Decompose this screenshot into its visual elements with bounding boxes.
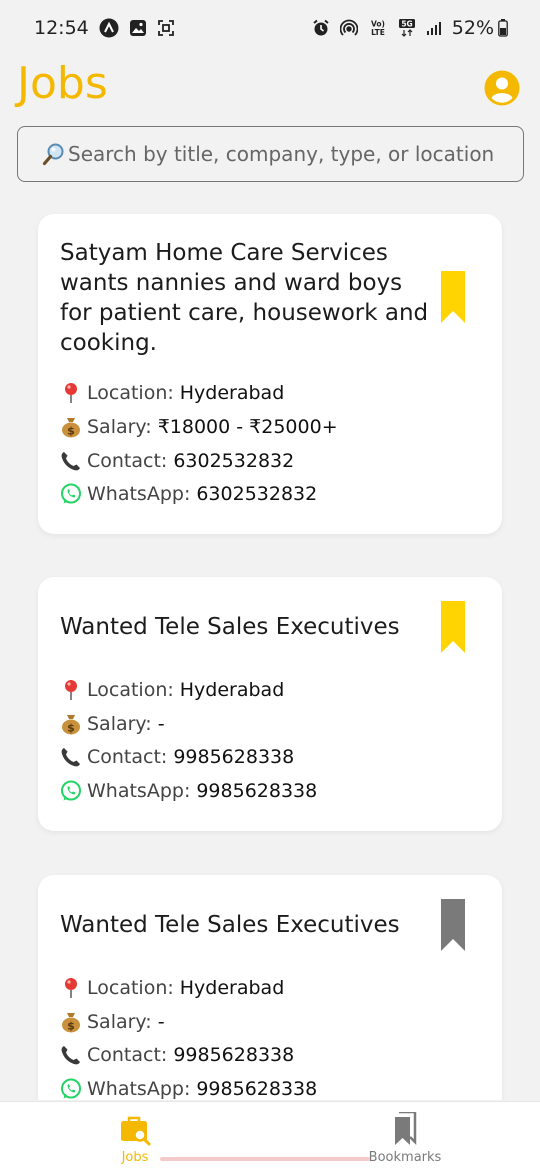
contact-label: Contact:	[87, 746, 168, 768]
salary-label: Salary:	[87, 416, 152, 438]
whatsapp-value[interactable]: 6302532832	[196, 483, 317, 505]
location-label: Location:	[87, 679, 174, 701]
salary-label: Salary:	[87, 1011, 152, 1033]
search-icon	[42, 143, 64, 166]
job-salary: $ Salary: -	[59, 709, 165, 739]
location-value: Hyderabad	[179, 977, 285, 999]
salary-label: Salary:	[87, 713, 152, 735]
location-value: Hyderabad	[179, 679, 285, 701]
money-bag-icon: $	[59, 712, 83, 736]
account-circle-icon	[484, 70, 520, 106]
contact-label: Contact:	[87, 450, 168, 472]
svg-text:$: $	[67, 722, 75, 735]
volte-icon: Vo) LTE	[368, 18, 388, 38]
job-list[interactable]: Satyam Home Care Services wants nannies …	[0, 190, 540, 1100]
battery-percent: 52%	[451, 17, 494, 39]
pin-icon	[59, 976, 83, 1000]
whatsapp-icon	[59, 1077, 83, 1100]
whatsapp-label: WhatsApp:	[87, 1078, 191, 1100]
contact-label: Contact:	[87, 1044, 168, 1066]
svg-text:5G: 5G	[401, 20, 412, 29]
whatsapp-icon	[59, 779, 83, 803]
phone-icon	[59, 1043, 83, 1067]
job-whatsapp[interactable]: WhatsApp: 6302532832	[59, 479, 317, 509]
salary-value: -	[157, 713, 165, 735]
bookmark-button[interactable]	[441, 899, 465, 951]
job-title: Satyam Home Care Services wants nannies …	[60, 240, 429, 356]
battery-icon	[498, 19, 508, 37]
location-label: Location:	[87, 977, 174, 999]
job-contact[interactable]: Contact: 9985628338	[59, 742, 294, 772]
contact-value[interactable]: 6302532832	[173, 450, 294, 472]
image-icon	[129, 19, 147, 37]
contact-value[interactable]: 9985628338	[173, 746, 294, 768]
hotspot-icon	[339, 19, 358, 37]
whatsapp-value[interactable]: 9985628338	[196, 1078, 317, 1100]
contact-value[interactable]: 9985628338	[173, 1044, 294, 1066]
job-card[interactable]: Wanted Tele Sales Executives Location: H…	[38, 577, 502, 831]
briefcase-search-icon	[121, 1116, 151, 1146]
svg-text:LTE: LTE	[371, 28, 385, 37]
search-bar[interactable]	[17, 126, 524, 182]
account-button[interactable]	[484, 70, 520, 106]
job-contact[interactable]: Contact: 6302532832	[59, 446, 294, 476]
location-label: Location:	[87, 382, 174, 404]
bookmark-filled-icon	[441, 601, 465, 653]
job-contact[interactable]: Contact: 9985628338	[59, 1040, 294, 1070]
whatsapp-icon	[59, 482, 83, 506]
whatsapp-label: WhatsApp:	[87, 780, 191, 802]
bookmark-button[interactable]	[441, 601, 465, 653]
job-title: Wanted Tele Sales Executives	[60, 614, 400, 640]
svg-text:$: $	[67, 425, 75, 438]
bookmark-filled-icon	[441, 271, 465, 323]
status-time: 12:54	[34, 17, 89, 39]
pin-icon	[59, 381, 83, 405]
gesture-bar	[160, 1157, 370, 1161]
whatsapp-value[interactable]: 9985628338	[196, 780, 317, 802]
money-bag-icon: $	[59, 1010, 83, 1034]
whatsapp-label: WhatsApp:	[87, 483, 191, 505]
job-salary: $ Salary: ₹18000 - ₹25000+	[59, 412, 338, 442]
money-bag-icon: $	[59, 415, 83, 439]
5g-icon: 5G	[398, 18, 416, 38]
location-value: Hyderabad	[179, 382, 285, 404]
phone-icon	[59, 745, 83, 769]
screenshot-icon	[157, 19, 175, 37]
job-card[interactable]: Wanted Tele Sales Executives Location: H…	[38, 875, 502, 1100]
job-location: Location: Hyderabad	[59, 378, 284, 408]
job-salary: $ Salary: -	[59, 1007, 165, 1037]
pin-icon	[59, 678, 83, 702]
status-bar: 12:54 Vo) LTE 5G 52%	[0, 0, 540, 56]
bookmarks-icon	[395, 1112, 417, 1146]
search-input[interactable]	[68, 142, 508, 166]
job-location: Location: Hyderabad	[59, 675, 284, 705]
job-title: Wanted Tele Sales Executives	[60, 912, 400, 938]
job-whatsapp[interactable]: WhatsApp: 9985628338	[59, 1074, 317, 1100]
job-location: Location: Hyderabad	[59, 973, 284, 1003]
signal-icon	[426, 20, 442, 36]
salary-value: -	[157, 1011, 165, 1033]
app-header: Jobs	[0, 56, 540, 122]
bookmark-button[interactable]	[441, 271, 465, 323]
svg-text:$: $	[67, 1020, 75, 1033]
bookmark-outline-icon	[441, 899, 465, 951]
page-title: Jobs	[17, 58, 108, 109]
app-notification-icon	[99, 18, 119, 38]
phone-icon	[59, 449, 83, 473]
alarm-icon	[312, 19, 330, 37]
salary-value: ₹18000 - ₹25000+	[157, 416, 338, 438]
job-whatsapp[interactable]: WhatsApp: 9985628338	[59, 776, 317, 806]
job-card[interactable]: Satyam Home Care Services wants nannies …	[38, 214, 502, 534]
